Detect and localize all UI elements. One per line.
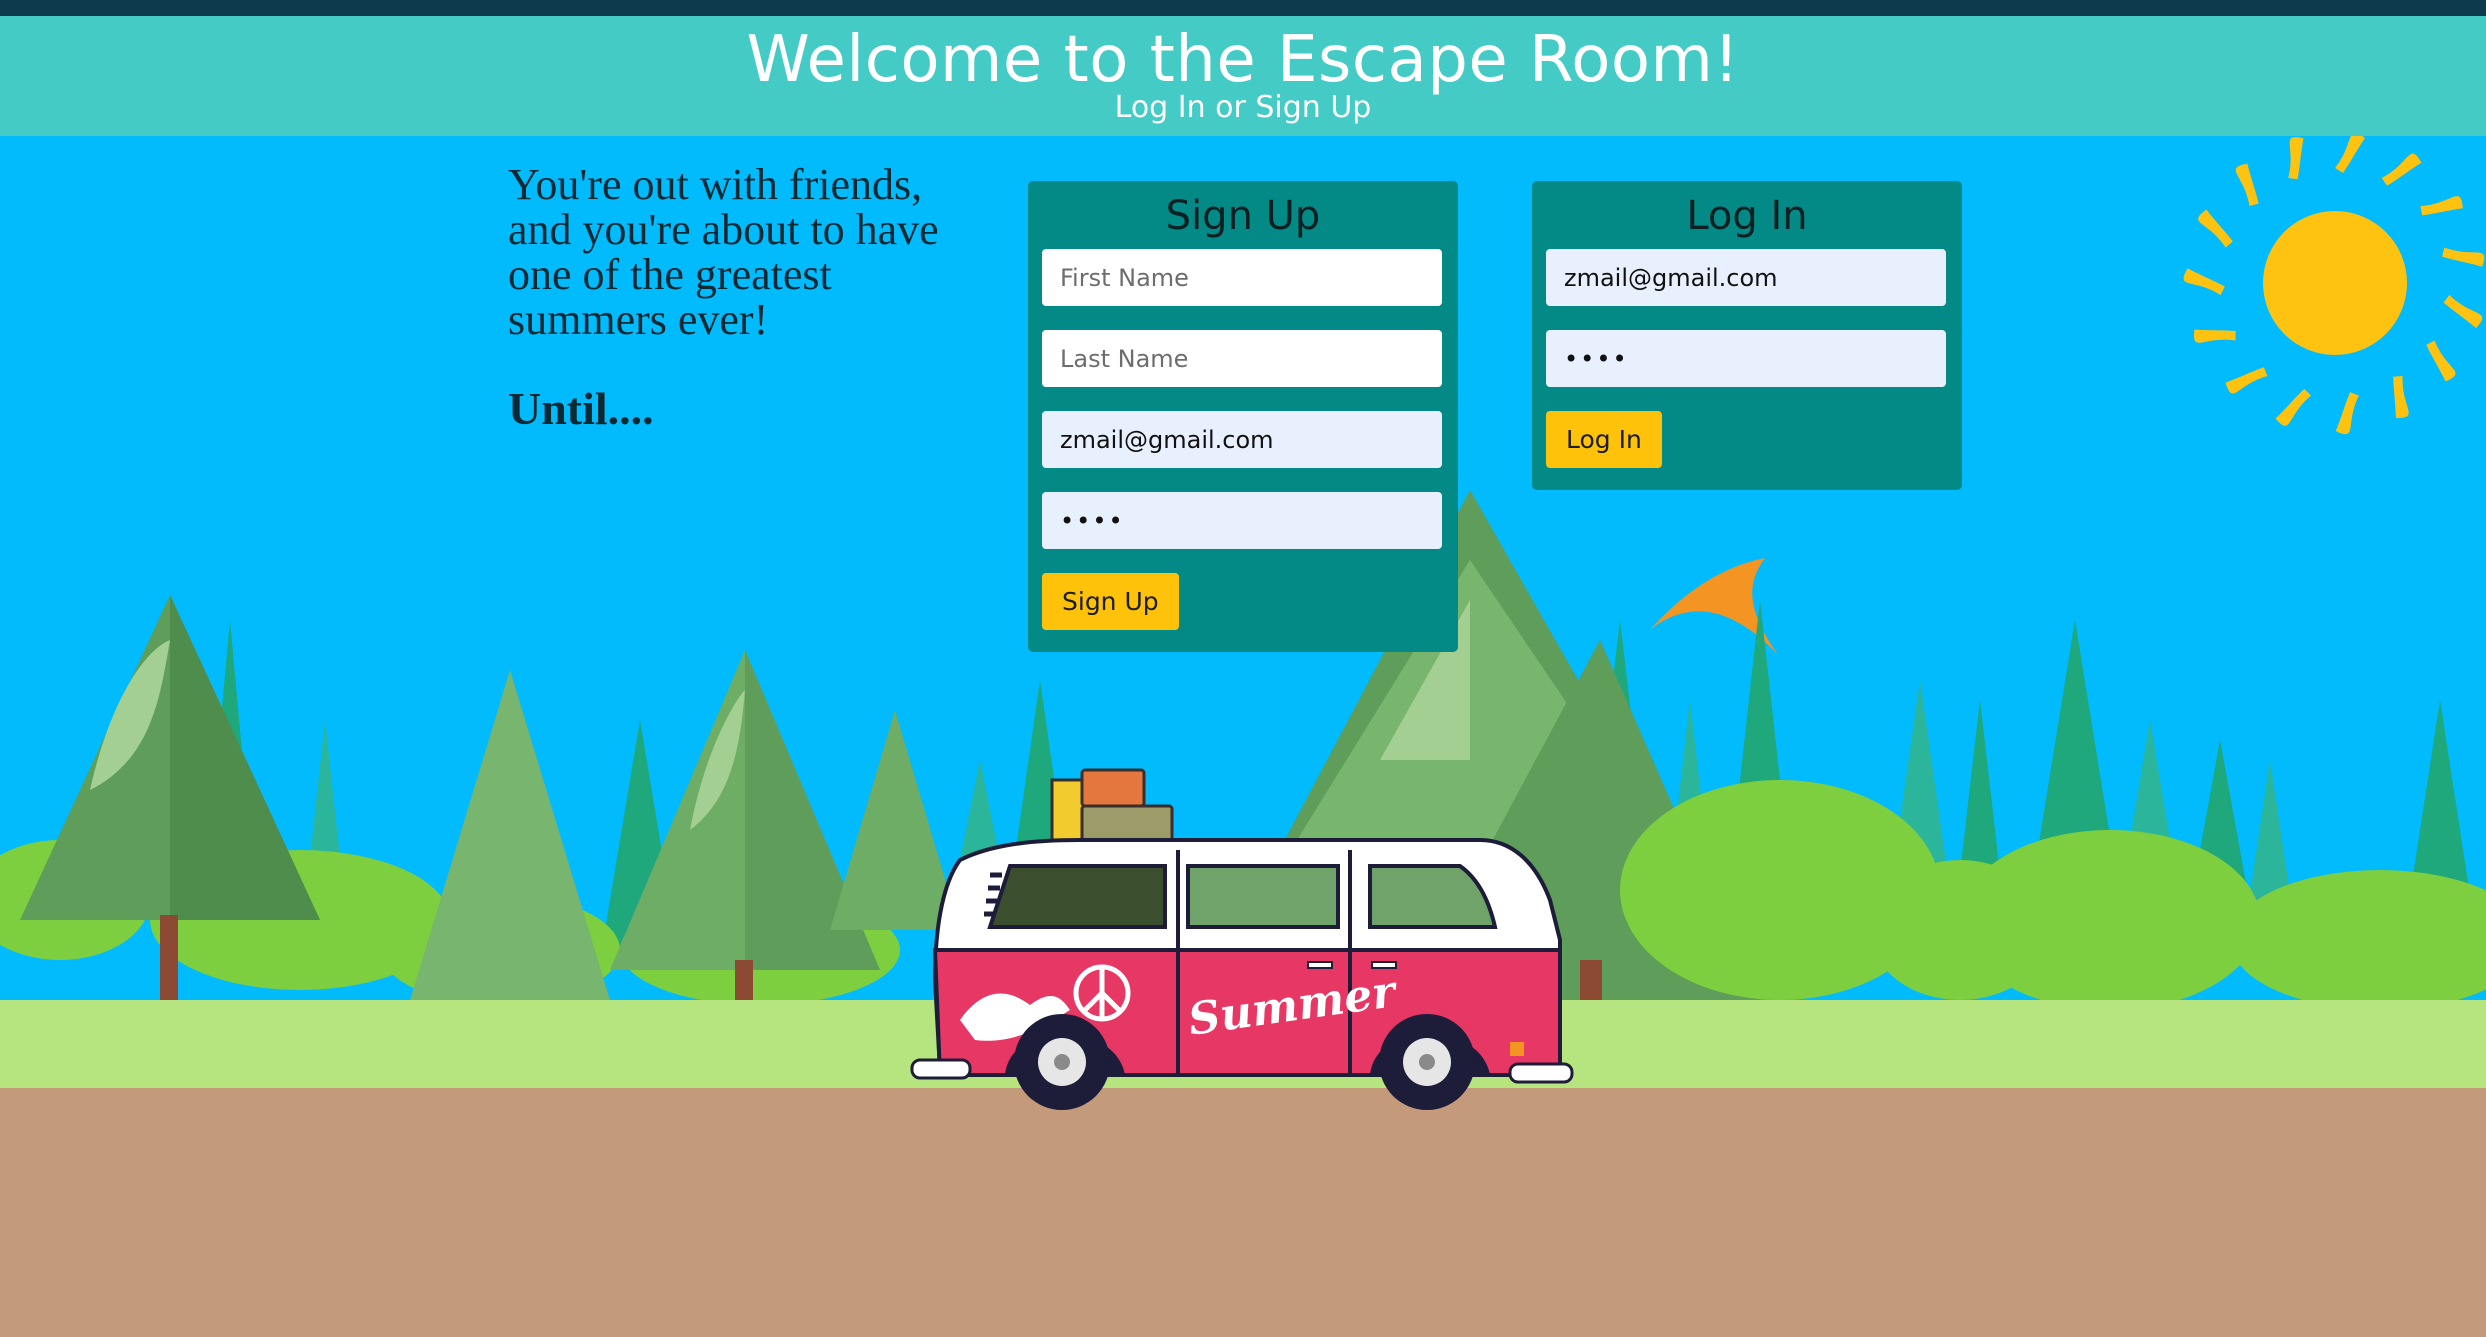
signup-title: Sign Up [1165,193,1321,239]
signup-email-input[interactable] [1042,411,1442,468]
intro-story: You're out with friends, and you're abou… [508,160,939,344]
page-title: Welcome to the Escape Room! [746,23,1740,97]
login-form: Log In Log In [1532,181,1962,490]
login-button[interactable]: Log In [1546,411,1662,468]
login-email-input[interactable] [1546,249,1946,306]
last-name-input[interactable] [1042,330,1442,387]
login-password-input[interactable] [1546,330,1946,387]
intro-text-block: You're out with friends, and you're abou… [508,160,968,434]
first-name-input[interactable] [1042,249,1442,306]
intro-until: Until.... [508,383,654,434]
dirt-ground [0,1088,2486,1337]
signup-button[interactable]: Sign Up [1042,573,1179,630]
signup-form: Sign Up Sign Up [1028,181,1458,652]
page-header: Welcome to the Escape Room! Log In or Si… [0,16,2486,136]
page-subtitle: Log In or Sign Up [1114,90,1372,125]
login-title: Log In [1686,193,1808,239]
top-border-strip [0,0,2486,16]
signup-password-input[interactable] [1042,492,1442,549]
